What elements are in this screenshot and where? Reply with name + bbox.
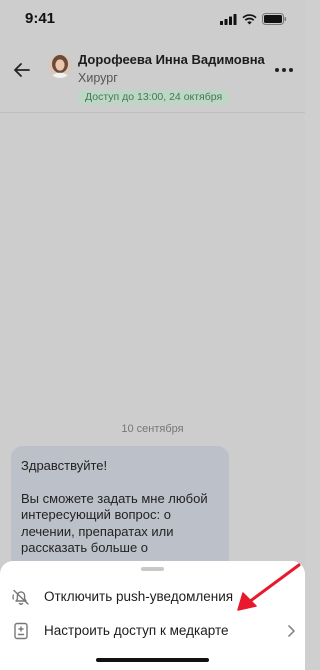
message-body: Вы сможете задать мне любой интересующий… bbox=[21, 490, 208, 556]
medical-card-icon bbox=[14, 622, 28, 640]
message-greeting: Здравствуйте! bbox=[21, 458, 108, 473]
doctor-avatar[interactable] bbox=[48, 54, 72, 78]
mute-notifications-label: Отключить push-уведомления bbox=[44, 589, 234, 604]
back-arrow-icon bbox=[14, 63, 30, 77]
more-button[interactable] bbox=[273, 60, 295, 80]
chevron-right-icon bbox=[288, 625, 295, 637]
mute-notifications-item[interactable]: Отключить push-уведомления bbox=[0, 581, 305, 615]
actions-bottom-sheet: Отключить push-уведомления Настроить дос… bbox=[0, 561, 305, 670]
battery-icon bbox=[262, 13, 287, 25]
more-dots-icon bbox=[275, 68, 293, 72]
wifi-icon bbox=[242, 14, 257, 25]
doctor-role: Хирург bbox=[78, 71, 118, 85]
status-time: 9:41 bbox=[25, 10, 56, 27]
medcard-access-label: Настроить доступ к медкарте bbox=[44, 623, 229, 638]
doctor-name: Дорофеева Инна Вадимовна bbox=[78, 52, 265, 67]
access-badge: Доступ до 13:00, 24 октября bbox=[78, 90, 230, 105]
sheet-drag-handle[interactable] bbox=[141, 567, 164, 571]
chat-screen: 9:41 Дорофеева Инна Вадимовна Хирург Дос… bbox=[0, 0, 305, 670]
date-separator: 10 сентября bbox=[121, 423, 184, 435]
medcard-access-item[interactable]: Настроить доступ к медкарте bbox=[0, 615, 305, 649]
avatar-photo bbox=[48, 54, 72, 78]
chat-header: Дорофеева Инна Вадимовна Хирург Доступ д… bbox=[0, 40, 305, 113]
back-button[interactable] bbox=[10, 58, 34, 82]
home-indicator bbox=[96, 658, 209, 662]
bell-off-icon bbox=[12, 589, 29, 605]
status-icons bbox=[220, 13, 287, 25]
signal-icon bbox=[220, 14, 237, 25]
message-bubble: Здравствуйте! Вы сможете задать мне любо… bbox=[11, 446, 229, 576]
status-bar: 9:41 bbox=[0, 0, 305, 40]
